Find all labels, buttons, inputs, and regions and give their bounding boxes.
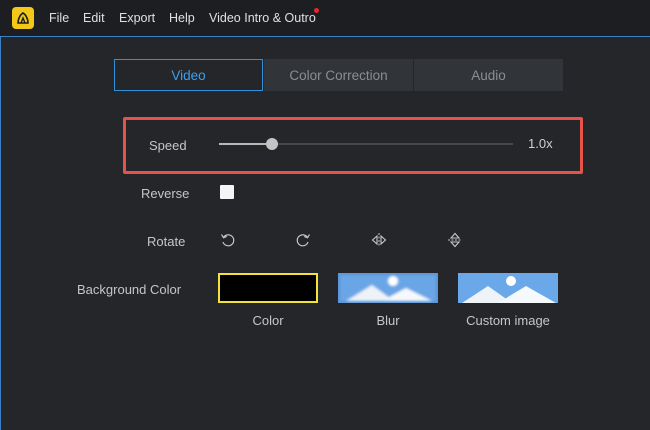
properties-panel [0, 36, 650, 430]
app-logo-icon[interactable] [12, 7, 34, 29]
menu-help[interactable]: Help [169, 11, 195, 25]
background-option-color[interactable] [218, 273, 318, 303]
background-option-custom-image[interactable] [458, 273, 558, 303]
menu-file[interactable]: File [49, 11, 69, 25]
reverse-label: Reverse [141, 186, 190, 201]
tab-video[interactable]: Video [114, 59, 263, 91]
tab-color-correction[interactable]: Color Correction [264, 59, 413, 91]
flip-horizontal-icon[interactable] [370, 231, 388, 249]
tab-audio[interactable]: Audio [414, 59, 563, 91]
menu-edit[interactable]: Edit [83, 11, 105, 25]
menu-video-intro-outro[interactable]: Video Intro & Outro [209, 11, 316, 25]
rotate-counterclockwise-icon[interactable] [219, 231, 237, 249]
rotate-label: Rotate [147, 234, 186, 249]
background-color-label: Background Color [77, 282, 182, 297]
menu-export[interactable]: Export [119, 11, 155, 25]
menu-bar: File Edit Export Help Video Intro & Outr… [0, 0, 650, 36]
notification-dot-icon [314, 8, 319, 13]
rotate-clockwise-icon[interactable] [294, 231, 312, 249]
background-option-custom-image-caption: Custom image [466, 313, 550, 328]
background-option-blur[interactable] [338, 273, 438, 303]
speed-label: Speed [149, 138, 187, 153]
reverse-checkbox[interactable] [220, 185, 234, 199]
speed-slider-fill [219, 143, 272, 145]
background-option-color-caption: Color [252, 313, 284, 328]
speed-highlight-box [123, 117, 583, 174]
tab-bar: Video Color Correction Audio [114, 59, 563, 91]
background-option-blur-caption: Blur [376, 313, 400, 328]
flip-vertical-icon[interactable] [446, 231, 464, 249]
speed-value: 1.0x [528, 136, 553, 151]
speed-slider[interactable] [219, 138, 513, 150]
speed-slider-thumb[interactable] [265, 138, 278, 150]
